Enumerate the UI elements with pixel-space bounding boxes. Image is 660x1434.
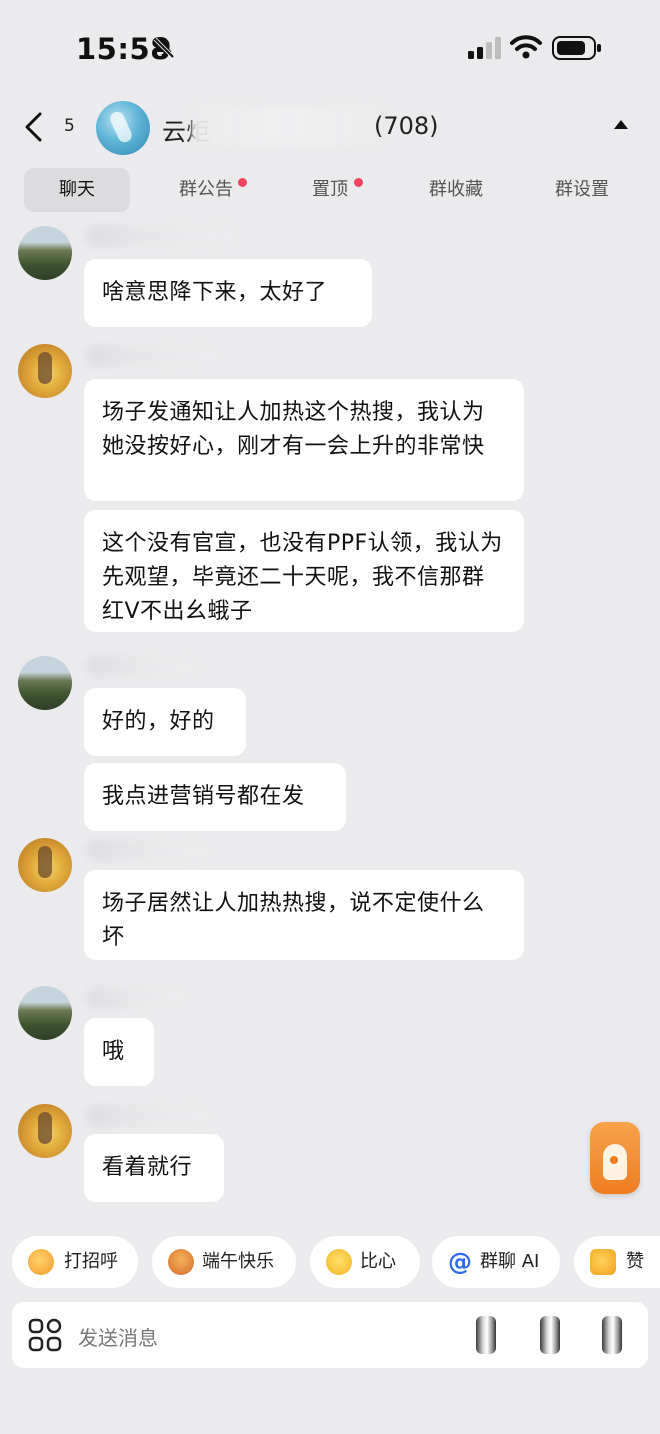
collapse-arrow-icon[interactable] [614, 120, 628, 129]
avatar[interactable] [18, 838, 72, 892]
group-tabs: 聊天 群公告 置顶 群收藏 群设置 [0, 168, 660, 212]
wifi-icon [510, 35, 542, 59]
avatar[interactable] [18, 226, 72, 280]
redacted-nickname [86, 656, 196, 676]
tab-chat[interactable]: 聊天 [24, 168, 130, 212]
signal-icon [468, 37, 501, 59]
group-avatar[interactable] [96, 101, 150, 155]
tab-pinned[interactable]: 置顶 [290, 168, 370, 212]
quick-reply-heart[interactable]: 比心 [310, 1236, 420, 1288]
redacted-nickname [86, 226, 236, 246]
message-input[interactable]: 发送消息 [78, 1322, 158, 1351]
redacted-nickname [86, 840, 206, 860]
thumbs-up-icon [590, 1249, 616, 1275]
redacted-blur [192, 106, 382, 146]
message-bubble[interactable]: 我点进营销号都在发 [84, 763, 346, 831]
heart-hands-emoji-icon [326, 1249, 352, 1275]
voice-icon[interactable] [476, 1316, 496, 1354]
message-bubble[interactable]: 看着就行 [84, 1134, 224, 1202]
tab-favorites[interactable]: 群收藏 [410, 168, 502, 212]
message-bubble[interactable]: 好的，好的 [84, 688, 246, 756]
avatar[interactable] [18, 1104, 72, 1158]
chat-header: 5 云炬 (708) [0, 96, 660, 160]
emoji-icon[interactable] [540, 1316, 560, 1354]
message-bubble[interactable]: 啥意思降下来，太好了 [84, 259, 372, 327]
message-bubble[interactable]: 场子发通知让人加热这个热搜，我认为她没按好心，刚才有一会上升的非常快 [84, 379, 524, 501]
quick-reply-greet[interactable]: 打招呼 [12, 1236, 138, 1288]
unread-count[interactable]: 5 [64, 116, 75, 136]
more-icon[interactable] [602, 1316, 622, 1354]
mute-bell-icon [153, 37, 175, 59]
redacted-nickname [86, 1106, 206, 1126]
battery-icon [552, 36, 601, 60]
avatar[interactable] [18, 344, 72, 398]
message-input-bar: 发送消息 [12, 1302, 648, 1368]
redacted-nickname [86, 346, 216, 366]
wave-emoji-icon [28, 1249, 54, 1275]
festival-emoji-icon [168, 1249, 194, 1275]
message-bubble[interactable]: 哦 [84, 1018, 154, 1086]
floating-door-widget-icon[interactable] [590, 1122, 640, 1194]
avatar[interactable] [18, 986, 72, 1040]
at-icon: @ [448, 1248, 472, 1276]
quick-reply-like[interactable]: 赞 [574, 1236, 660, 1288]
red-dot-badge [238, 178, 247, 187]
tab-announcement[interactable]: 群公告 [158, 168, 254, 212]
message-bubble[interactable]: 这个没有官宣，也没有PPF认领，我认为先观望，毕竟还二十天呢，我不信那群红V不出… [84, 510, 524, 632]
member-count: (708) [374, 112, 439, 140]
red-dot-badge [354, 178, 363, 187]
quick-reply-festival[interactable]: 端午快乐 [152, 1236, 296, 1288]
quick-reply-ai[interactable]: @ 群聊 AI [432, 1236, 560, 1288]
quick-reply-bar: 打招呼 端午快乐 比心 @ 群聊 AI 赞 [0, 1236, 660, 1290]
message-bubble[interactable]: 场子居然让人加热热搜，说不定使什么坏 [84, 870, 524, 960]
back-arrow-icon[interactable] [22, 110, 46, 144]
tab-settings[interactable]: 群设置 [536, 168, 628, 212]
redacted-nickname [86, 988, 182, 1008]
avatar[interactable] [18, 656, 72, 710]
status-bar: 15:58 [0, 0, 660, 96]
apps-grid-icon[interactable] [28, 1318, 62, 1352]
